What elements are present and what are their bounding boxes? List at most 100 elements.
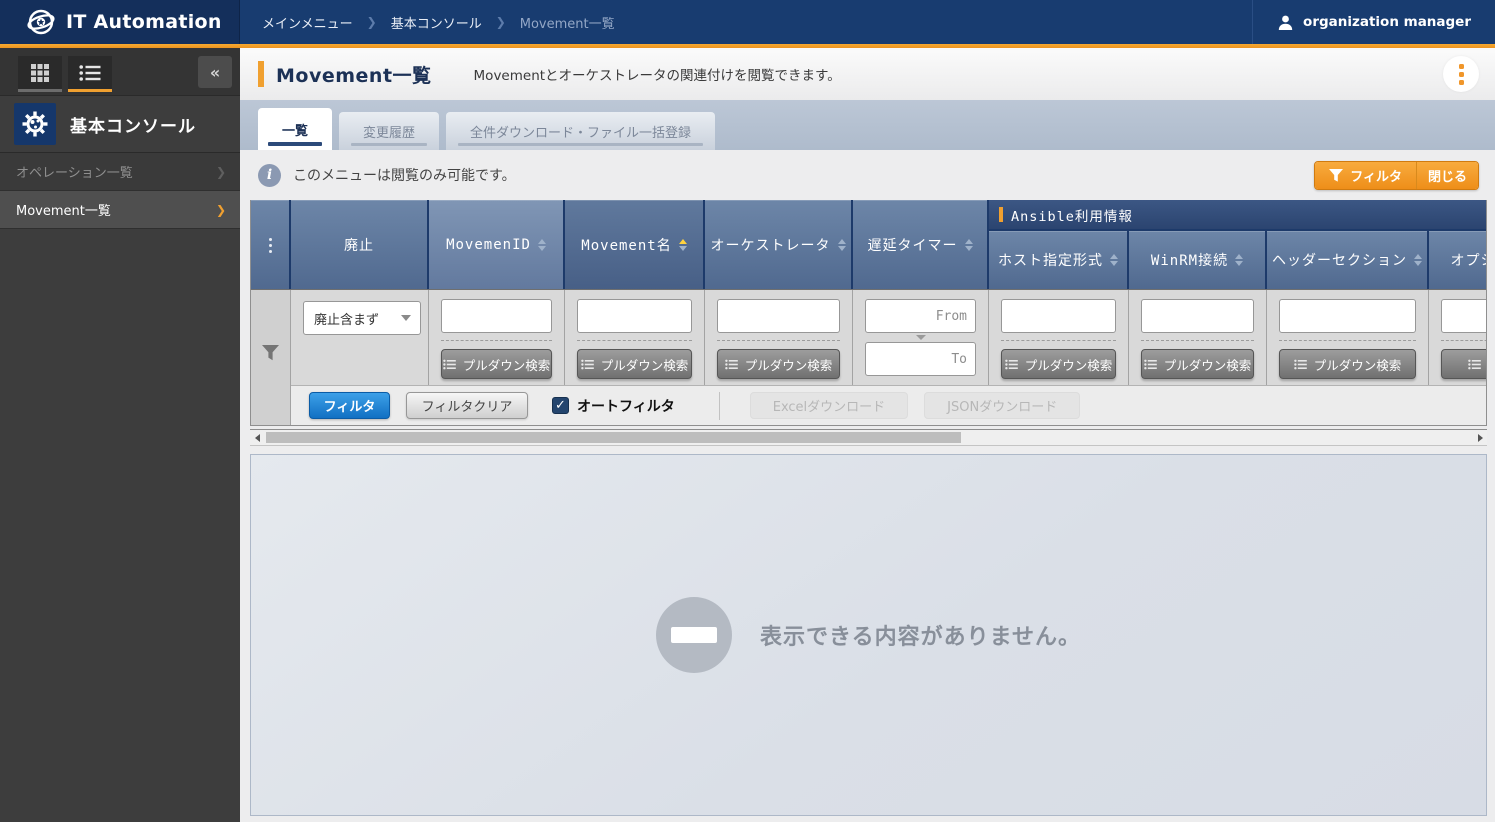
divider xyxy=(719,392,720,420)
filter-cell-option xyxy=(1429,290,1486,385)
page-subtitle: Movementとオーケストレータの関連付けを閲覧できます。 xyxy=(474,64,841,84)
sort-asc-icon xyxy=(679,239,687,251)
discard-filter-select[interactable]: 廃止含まず xyxy=(303,301,421,335)
filter-cell-winrm: プルダウン検索 xyxy=(1129,290,1267,385)
chevron-right-icon xyxy=(216,203,226,217)
list-icon xyxy=(443,359,456,370)
column-header-winrm[interactable]: WinRM接続 xyxy=(1129,231,1267,289)
header-section-filter-input[interactable] xyxy=(1279,299,1416,333)
caret-down-icon xyxy=(401,315,411,321)
page-header: Movement一覧 Movementとオーケストレータの関連付けを閲覧できます… xyxy=(240,48,1495,100)
filter-row-gutter xyxy=(251,290,291,425)
empty-message: 表示できる内容がありません。 xyxy=(760,619,1081,651)
info-icon xyxy=(258,164,281,187)
column-header-host-format[interactable]: ホスト指定形式 xyxy=(989,231,1129,289)
tab-list[interactable]: 一覧 xyxy=(258,108,332,150)
column-header-movement-id[interactable]: MovemenID xyxy=(429,200,565,290)
sidebar-item-operation-list[interactable]: オペレーション一覧 xyxy=(0,153,240,191)
column-header-option[interactable]: オプシ xyxy=(1429,231,1486,289)
breadcrumb-item-main-menu[interactable]: メインメニュー xyxy=(262,13,353,32)
filter-cell-orchestrator: プルダウン検索 xyxy=(705,290,853,385)
filter-toggle-label: フィルタ xyxy=(1350,166,1402,185)
list-icon xyxy=(1468,359,1481,370)
horizontal-scrollbar[interactable] xyxy=(250,429,1487,446)
sort-icon xyxy=(1110,254,1118,266)
column-header-delay-timer[interactable]: 遅延タイマー xyxy=(853,200,989,290)
movement-name-pulldown-button[interactable]: プルダウン検索 xyxy=(577,349,692,379)
auto-filter-label: オートフィルタ xyxy=(577,396,675,416)
filter-apply-button[interactable]: フィルタ xyxy=(309,392,390,419)
movement-id-pulldown-button[interactable]: プルダウン検索 xyxy=(441,349,552,379)
list-icon xyxy=(79,64,101,82)
host-format-filter-input[interactable] xyxy=(1001,299,1116,333)
filter-close-button[interactable]: 閉じる xyxy=(1417,162,1478,189)
notice-bar: このメニューは閲覧のみ可能です。 フィルタ 閉じる xyxy=(240,150,1495,200)
notice-text: このメニューは閲覧のみ可能です。 xyxy=(293,165,516,185)
scroll-left-arrow[interactable] xyxy=(250,430,264,445)
group-accent-bar xyxy=(999,207,1003,222)
page-menu-button[interactable] xyxy=(1443,56,1479,92)
column-header-movement-name[interactable]: Movement名 xyxy=(565,200,705,290)
filter-clear-button[interactable]: フィルタクリア xyxy=(406,392,528,419)
table-header: 廃止 MovemenID Movement名 オーケストレータ xyxy=(251,200,1486,290)
sidebar-item-movement-list[interactable]: Movement一覧 xyxy=(0,191,240,229)
breadcrumb-item-basic-console[interactable]: 基本コンソール xyxy=(391,13,482,32)
host-format-pulldown-button[interactable]: プルダウン検索 xyxy=(1001,349,1116,379)
vertical-dots-icon xyxy=(269,238,272,253)
auto-filter-control: オートフィルタ xyxy=(552,396,675,416)
user-name: organization manager xyxy=(1303,14,1471,30)
movement-name-filter-input[interactable] xyxy=(577,299,692,333)
page-title: Movement一覧 xyxy=(276,61,432,88)
sort-icon xyxy=(538,239,546,251)
app-root: IT Automation メインメニュー 基本コンソール Movement一覧… xyxy=(0,0,1495,822)
column-header-header-section[interactable]: ヘッダーセクション xyxy=(1267,231,1429,289)
app-logo[interactable]: IT Automation xyxy=(0,0,240,44)
column-header-discard[interactable]: 廃止 xyxy=(291,200,429,290)
tab-bar: 一覧 変更履歴 全件ダウンロード・ファイル一括登録 xyxy=(240,100,1495,150)
list-icon xyxy=(1294,359,1307,370)
tab-bulk-download-upload[interactable]: 全件ダウンロード・ファイル一括登録 xyxy=(446,112,715,150)
row-menu-column-header[interactable] xyxy=(251,200,291,290)
user-icon xyxy=(1277,14,1294,31)
list-icon xyxy=(1144,359,1157,370)
orchestrator-pulldown-button[interactable]: プルダウン検索 xyxy=(717,349,840,379)
option-filter-input[interactable] xyxy=(1441,299,1486,333)
filter-cell-movement-name: プルダウン検索 xyxy=(565,290,705,385)
winrm-filter-input[interactable] xyxy=(1141,299,1254,333)
filter-cell-host-format: プルダウン検索 xyxy=(989,290,1129,385)
filter-toggle-button[interactable]: フィルタ xyxy=(1315,162,1417,189)
scrollbar-thumb[interactable] xyxy=(266,432,961,443)
winrm-pulldown-button[interactable]: プルダウン検索 xyxy=(1141,349,1254,379)
user-menu[interactable]: organization manager xyxy=(1252,0,1495,44)
sort-icon xyxy=(838,239,846,251)
movement-table: 廃止 MovemenID Movement名 オーケストレータ xyxy=(250,200,1487,426)
sidebar-collapse-button[interactable] xyxy=(198,56,232,88)
tab-change-history[interactable]: 変更履歴 xyxy=(339,112,439,150)
header-section-pulldown-button[interactable]: プルダウン検索 xyxy=(1279,349,1416,379)
funnel-icon xyxy=(262,345,279,361)
movement-id-filter-input[interactable] xyxy=(441,299,552,333)
delay-timer-to-input[interactable] xyxy=(865,342,976,376)
tab-label: 全件ダウンロード・ファイル一括登録 xyxy=(470,122,691,141)
filter-section: 廃止含まず プルダウン検索 xyxy=(251,290,1486,425)
option-pulldown-button[interactable] xyxy=(1441,349,1486,379)
topbar: IT Automation メインメニュー 基本コンソール Movement一覧… xyxy=(0,0,1495,44)
scroll-right-arrow[interactable] xyxy=(1473,430,1487,445)
orchestrator-filter-input[interactable] xyxy=(717,299,840,333)
delay-timer-from-input[interactable] xyxy=(865,299,976,333)
sidebar-tab-grid-menu[interactable] xyxy=(18,56,62,92)
filter-toggle-group: フィルタ 閉じる xyxy=(1314,161,1479,190)
sidebar: 基本コンソール オペレーション一覧 Movement一覧 xyxy=(0,48,240,822)
column-header-orchestrator[interactable]: オーケストレータ xyxy=(705,200,853,290)
auto-filter-checkbox[interactable] xyxy=(552,397,569,414)
results-panel: 表示できる内容がありません。 xyxy=(250,454,1487,816)
column-group-ansible: Ansible利用情報 ホスト指定形式 WinRM接続 xyxy=(989,200,1486,289)
funnel-icon xyxy=(1329,169,1343,182)
sort-icon xyxy=(1414,254,1422,266)
sidebar-tab-list-menu[interactable] xyxy=(68,56,112,92)
filter-cell-movement-id: プルダウン検索 xyxy=(429,290,565,385)
filter-cell-delay-timer xyxy=(853,290,989,385)
console-title: 基本コンソール xyxy=(70,112,196,137)
json-download-button: JSONダウンロード xyxy=(924,392,1080,419)
breadcrumb-separator-icon xyxy=(496,15,506,29)
